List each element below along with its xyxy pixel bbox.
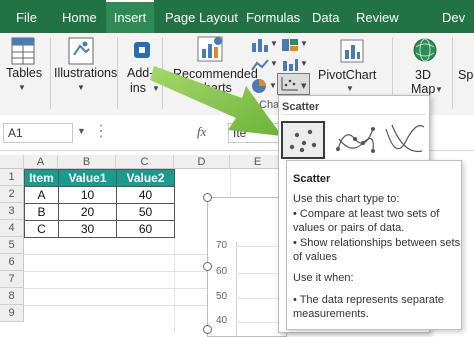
table-cell[interactable]: A — [24, 186, 59, 204]
table-cell[interactable]: 20 — [58, 203, 117, 221]
tooltip-text: values or pairs of data. — [293, 222, 405, 234]
tooltip-text: Use it when: — [293, 272, 354, 284]
table-icon — [11, 37, 35, 65]
column-header-b[interactable]: B — [58, 155, 116, 169]
table-cell[interactable]: C — [24, 220, 59, 238]
illustrations-icon — [68, 37, 94, 65]
tooltip-text: Use this chart type to: — [293, 193, 400, 205]
3d-map-label-line2: Map — [411, 82, 436, 96]
table-header-value1[interactable]: Value1 — [58, 169, 117, 187]
tab-insert[interactable]: Insert — [106, 0, 154, 33]
tab-developer[interactable]: Dev — [442, 0, 465, 33]
row-header-9[interactable]: 9 — [0, 305, 24, 322]
ribbon-tab-bar: File Home Insert Page Layout Formulas Da… — [0, 0, 474, 33]
ribbon-divider — [117, 37, 118, 109]
pivotchart-label: PivotChart — [318, 68, 377, 82]
chart-resize-handle[interactable] — [203, 193, 212, 202]
scatter-smooth-lines-option[interactable] — [382, 121, 426, 159]
tooltip-title: Scatter — [293, 173, 331, 185]
row-header-5[interactable]: 5 — [0, 237, 24, 254]
3d-map-label: 3D — [415, 68, 431, 82]
name-box[interactable]: A1 — [3, 123, 73, 143]
globe-icon — [413, 38, 437, 62]
table-cell[interactable]: 50 — [116, 203, 175, 221]
scatter-markers-icon — [289, 129, 317, 153]
table-cell[interactable]: B — [24, 203, 59, 221]
tab-home[interactable]: Home — [62, 0, 97, 33]
ribbon-divider — [452, 37, 453, 109]
ribbon-divider — [50, 37, 51, 109]
tab-formulas[interactable]: Formulas — [246, 0, 300, 33]
column-header-a[interactable]: A — [24, 155, 58, 169]
table-cell[interactable]: 30 — [58, 220, 117, 238]
chart-area[interactable]: 70 60 50 40 — [207, 197, 287, 337]
tooltip-text: • Show relationships between sets — [293, 237, 461, 249]
y-axis-tick-label: 70 — [216, 240, 228, 251]
tooltip-text: of values — [293, 251, 338, 263]
addins-label-line2: ins — [130, 81, 146, 95]
tables-label: Tables — [6, 66, 43, 80]
table-cell[interactable]: 10 — [58, 186, 117, 204]
tab-page-layout[interactable]: Page Layout — [165, 0, 238, 33]
y-axis-tick-label: 40 — [216, 315, 228, 326]
tooltip-text: • The data represents separate — [293, 294, 445, 306]
y-axis-tick-label: 60 — [216, 266, 228, 277]
illustrations-label: Illustrations — [54, 66, 118, 80]
tab-data[interactable]: Data — [312, 0, 339, 33]
chart-resize-handle[interactable] — [203, 262, 212, 271]
hierarchy-chart-chevron-icon[interactable]: ▼ — [300, 39, 308, 48]
column-header-d[interactable]: D — [174, 155, 230, 169]
select-all-corner[interactable] — [0, 155, 24, 169]
row-header-1[interactable]: 1 — [0, 169, 24, 186]
statistic-chart-chevron-icon[interactable]: ▼ — [300, 59, 308, 68]
row-header-7[interactable]: 7 — [0, 271, 24, 288]
row-header-2[interactable]: 2 — [0, 186, 24, 203]
svg-text:▼: ▼ — [301, 82, 307, 90]
scatter-smooth-lines-markers-option[interactable] — [333, 121, 377, 159]
tab-file[interactable]: File — [16, 0, 37, 33]
tooltip-text: measurements. — [293, 308, 369, 320]
dropdown-title: Scatter — [282, 101, 320, 113]
row-header-4[interactable]: 4 — [0, 220, 24, 237]
name-box-chevron-icon[interactable]: ▼ — [77, 126, 86, 136]
pivotchart-icon — [340, 39, 364, 63]
tables-chevron-icon: ▼ — [18, 83, 26, 92]
pivotchart-chevron-icon[interactable]: ▼ — [346, 84, 354, 93]
scatter-markers-option[interactable] — [281, 121, 325, 159]
more-options-icon[interactable]: ⋮ — [93, 121, 109, 141]
sparklines-label: Spa — [458, 68, 474, 82]
pointer-arrow-icon — [150, 66, 282, 136]
tab-review[interactable]: Review — [356, 0, 399, 33]
table-header-item[interactable]: Item — [24, 169, 59, 187]
tooltip-text: • Compare at least two sets of — [293, 208, 440, 220]
column-chart-chevron-icon[interactable]: ▼ — [270, 39, 278, 48]
column-header-c[interactable]: C — [116, 155, 174, 169]
row-header-3[interactable]: 3 — [0, 203, 24, 220]
dropdown-divider — [282, 114, 426, 115]
table-cell[interactable]: 60 — [116, 220, 175, 238]
illustrations-chevron-icon: ▼ — [77, 83, 85, 92]
3d-map-chevron-icon: ▼ — [435, 85, 443, 94]
table-header-value2[interactable]: Value2 — [116, 169, 175, 187]
row-header-6[interactable]: 6 — [0, 254, 24, 271]
scatter-smooth-lines-markers-icon — [336, 127, 375, 153]
table-cell[interactable]: 40 — [116, 186, 175, 204]
scatter-smooth-lines-icon — [385, 124, 425, 153]
y-axis-tick-label: 50 — [216, 291, 228, 302]
row-header-8[interactable]: 8 — [0, 288, 24, 305]
